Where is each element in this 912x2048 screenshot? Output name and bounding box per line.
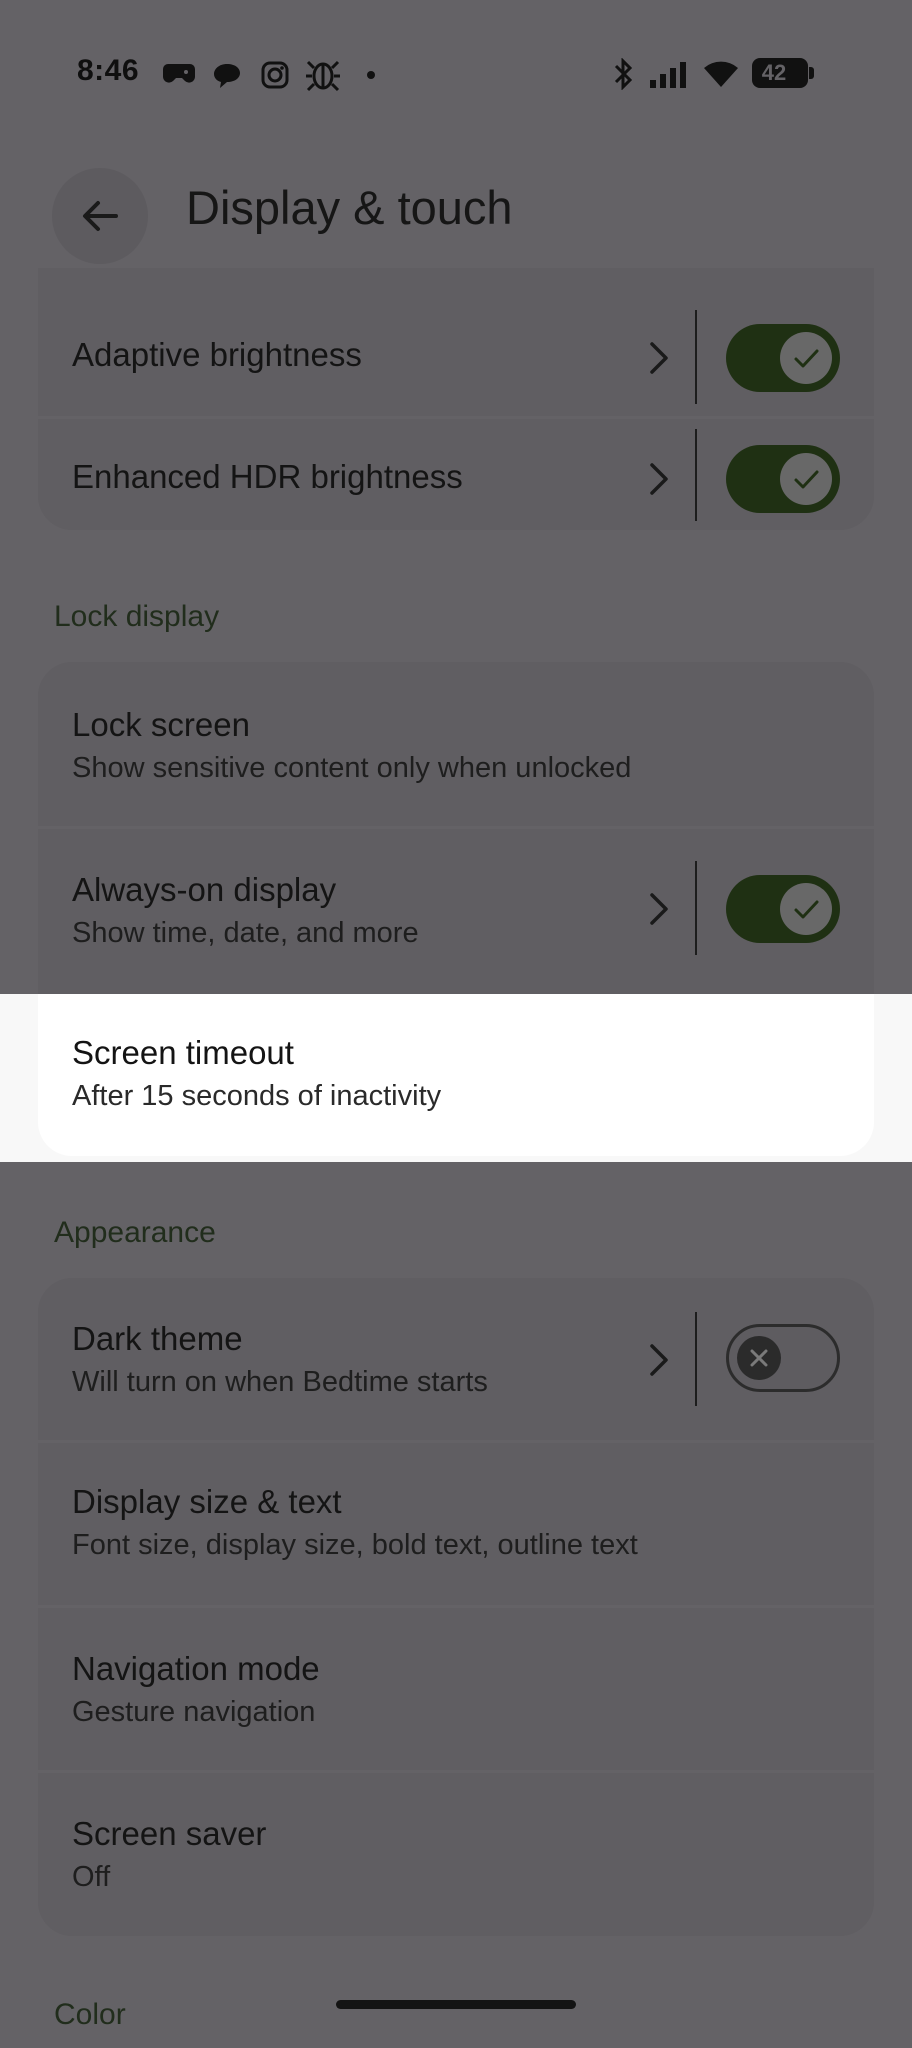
row-subtitle: After 15 seconds of inactivity [72,1080,442,1112]
close-icon [750,1349,768,1367]
screen-saver-title: Screen saver [72,1815,267,1852]
chevron-right-icon[interactable] [644,459,674,499]
enhanced-hdr-brightness-row[interactable]: Enhanced HDR brightness [38,419,874,530]
battery-icon: 42 [752,58,814,88]
row-subtitle: Will turn on when Bedtime starts [72,1366,488,1398]
lock-screen-row[interactable]: Lock screen Show sensitive content only … [38,662,874,826]
game-controller-icon [163,64,195,83]
navigation-mode-row[interactable] [38,1608,874,1770]
row-title: Dark theme [72,1320,243,1357]
dark-theme-toggle[interactable] [726,1324,840,1392]
screen-timeout-row[interactable]: Screen timeout After 15 seconds of inact… [38,994,874,1156]
screen-saver-row[interactable] [38,1773,874,1936]
arrow-back-icon [83,201,118,231]
row-title: Enhanced HDR brightness [72,458,463,495]
status-time: 8:46 [77,54,140,87]
chat-bubble-icon [214,64,240,88]
chevron-right-icon[interactable] [644,889,674,929]
brightness-group: Adaptive brightness Enhanced HDR brightn… [38,268,874,530]
status-bar: 8:46 42 [0,0,912,150]
section-appearance: Appearance [54,1216,216,1249]
battery-level: 42 [761,60,787,85]
check-icon [794,900,819,919]
check-icon [794,470,819,489]
display-size-text-row[interactable]: Display size & text Font size, display s… [38,1443,874,1605]
page-title: Display & touch [186,181,513,234]
section-color: Color [54,1998,126,2031]
highlight-strip: Screen timeout After 15 seconds of inact… [0,994,912,1162]
gesture-navigation-handle[interactable] [336,2000,576,2009]
row-title: Display size & text [72,1483,342,1520]
wifi-icon [704,61,738,87]
always-on-display-toggle[interactable] [726,875,840,943]
row-subtitle: Show time, date, and more [72,917,419,949]
section-lock-display: Lock display [54,600,220,633]
chevron-right-icon[interactable] [644,338,674,378]
row-subtitle: Show sensitive content only when unlocke… [72,752,632,784]
instagram-icon [261,61,289,89]
screen-saver-subtitle: Off [72,1861,111,1893]
more-notifications-dot-icon [367,71,375,79]
chevron-right-icon[interactable] [644,1340,674,1380]
row-title: Lock screen [72,706,250,743]
check-icon [794,349,819,368]
always-on-display-row[interactable]: Always-on display Show time, date, and m… [38,829,874,994]
navigation-mode-subtitle: Gesture navigation [72,1696,316,1728]
signal-icon [650,62,686,88]
row-subtitle: Font size, display size, bold text, outl… [72,1529,638,1561]
row-title: Always-on display [72,871,337,908]
adaptive-brightness-row[interactable]: Adaptive brightness [38,268,874,416]
enhanced-hdr-toggle[interactable] [726,445,840,513]
adaptive-brightness-toggle[interactable] [726,324,840,392]
back-button[interactable] [52,168,148,264]
row-title: Adaptive brightness [72,336,362,373]
navigation-mode-title: Navigation mode [72,1650,320,1687]
dark-theme-row[interactable]: Dark theme Will turn on when Bedtime sta… [38,1278,874,1440]
row-title: Screen timeout [72,1034,294,1071]
system-icons: 42 [612,54,832,94]
lock-display-group: Lock screen Show sensitive content only … [38,662,874,994]
bug-icon [306,60,340,92]
bluetooth-icon [614,58,633,90]
